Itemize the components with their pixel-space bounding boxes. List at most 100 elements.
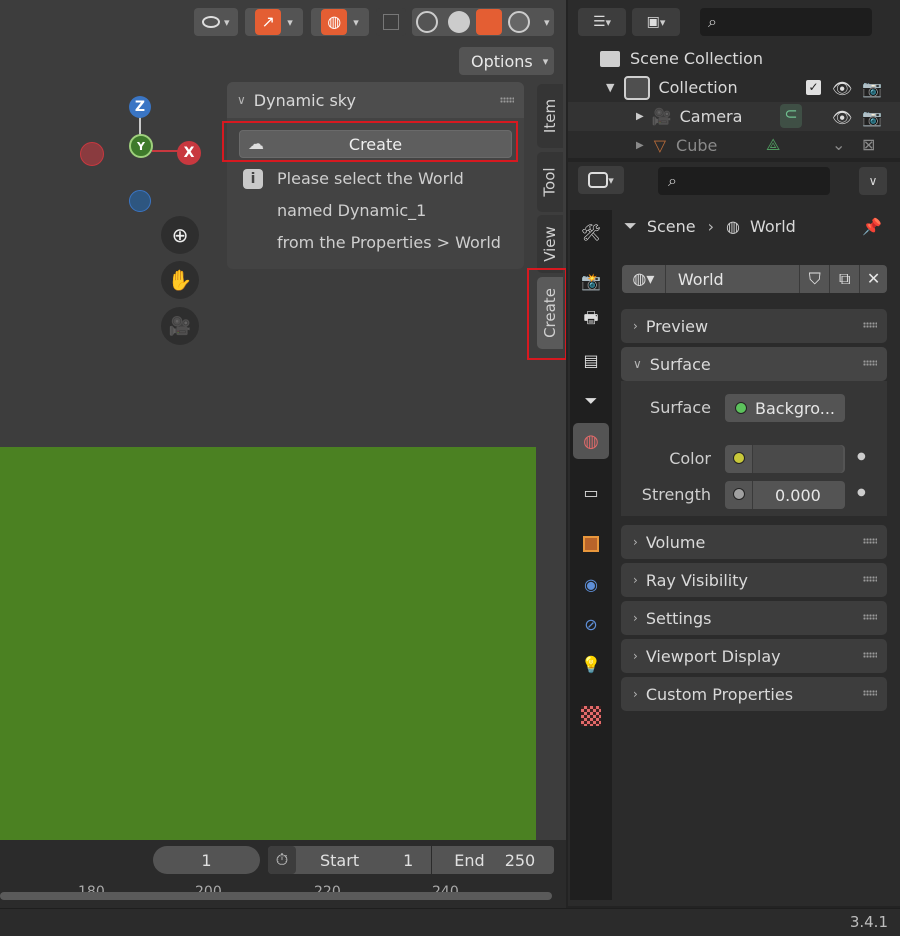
drag-grip-icon[interactable] xyxy=(863,614,877,620)
end-value[interactable]: 250 xyxy=(505,851,536,870)
camera-data-icon[interactable]: ⊂ xyxy=(780,104,802,128)
color-input[interactable] xyxy=(725,445,845,473)
fake-user-shield-icon[interactable]: ⛉ xyxy=(799,265,829,293)
eye-icon[interactable]: 👁 xyxy=(832,79,852,98)
color-socket-button[interactable] xyxy=(725,445,753,473)
info-icon: i xyxy=(243,169,263,189)
wireframe-shading-icon[interactable] xyxy=(416,11,438,33)
expand-triangle-icon[interactable]: ▼ xyxy=(606,81,614,94)
view-layer-tab[interactable]: ▤ xyxy=(573,342,609,378)
pan-button[interactable]: ✋ xyxy=(161,261,199,299)
world-datablock-selector[interactable]: ◍▾ World ⛉ ⧉ ✕ xyxy=(622,265,887,293)
stopwatch-icon[interactable]: ⏱ xyxy=(268,846,296,874)
properties-search-input[interactable]: ⌕ xyxy=(658,167,830,195)
expand-triangle-icon[interactable]: ▶ xyxy=(636,140,644,151)
drag-grip-icon[interactable] xyxy=(863,690,877,696)
keyframe-dot-icon[interactable]: ● xyxy=(857,487,866,498)
options-collapse-button[interactable]: ∨ xyxy=(859,167,887,195)
checker-texture-icon xyxy=(581,706,601,726)
close-icon[interactable]: ✕ xyxy=(859,265,887,293)
strength-socket-button[interactable] xyxy=(725,481,753,509)
data-tab[interactable]: 💡 xyxy=(573,646,609,682)
display-mode-dropdown[interactable]: ☰ ▾ xyxy=(578,8,626,36)
y-axis-handle[interactable]: Y xyxy=(129,134,153,158)
xray-toggle-button[interactable] xyxy=(376,8,406,36)
volume-panel-header[interactable]: › Volume xyxy=(621,525,887,559)
gizmo-toggle-button[interactable]: ↗ ▾ xyxy=(245,8,303,36)
chevron-down-icon: ▾ xyxy=(659,15,666,29)
visibility-selectability-button[interactable]: ▾ xyxy=(194,8,238,36)
viewport-display-panel-header[interactable]: › Viewport Display xyxy=(621,639,887,673)
collection-tab[interactable]: ▭ xyxy=(573,474,609,510)
solid-shading-icon[interactable] xyxy=(448,11,470,33)
outliner-row-scene-collection[interactable]: Scene Collection xyxy=(568,44,900,73)
world-browse-button[interactable]: ◍▾ xyxy=(622,265,666,293)
dynamic-sky-panel-header[interactable]: ∨ Dynamic sky xyxy=(227,82,524,118)
drag-grip-icon[interactable] xyxy=(500,97,514,103)
camera-view-button[interactable]: 🎥 xyxy=(161,307,199,345)
camera-render-icon[interactable]: 📷 xyxy=(862,79,882,98)
surface-panel-header[interactable]: ∨ Surface xyxy=(621,347,887,381)
outliner-row-collection[interactable]: ▼ Collection ✓ 👁 📷 xyxy=(568,73,900,102)
editor-type-dropdown[interactable]: ▾ xyxy=(578,166,624,194)
negative-x-axis-handle[interactable] xyxy=(80,142,104,166)
x-axis-handle[interactable]: X xyxy=(177,141,201,165)
search-icon: ⌕ xyxy=(668,171,677,190)
camera-render-disabled-icon[interactable]: ⊠ xyxy=(862,135,875,154)
tab-item[interactable]: Item xyxy=(537,84,563,148)
mesh-data-icon[interactable]: ⟁ xyxy=(766,135,780,155)
surface-shader-selector[interactable]: Backgro... xyxy=(725,394,845,422)
physics-tab[interactable]: ◉ xyxy=(573,566,609,602)
zoom-magnifier-icon: ⊕ xyxy=(171,223,189,247)
ray-visibility-panel-header[interactable]: › Ray Visibility xyxy=(621,563,887,597)
3d-viewport[interactable]: ▾ ↗ ▾ ◍ ▾ ▾ Options ▾ Z X Y ⊕ ✋ 🎥 ∨ Dyna… xyxy=(0,0,566,840)
object-tab[interactable] xyxy=(573,526,609,562)
overlays-toggle-button[interactable]: ◍ ▾ xyxy=(311,8,369,36)
preview-panel-header[interactable]: › Preview xyxy=(621,309,887,343)
settings-panel-header[interactable]: › Settings xyxy=(621,601,887,635)
duplicate-icon[interactable]: ⧉ xyxy=(829,265,859,293)
drag-grip-icon[interactable] xyxy=(863,538,877,544)
drag-grip-icon[interactable] xyxy=(863,652,877,658)
keyframe-dot-icon[interactable]: ● xyxy=(857,451,866,462)
strength-input[interactable]: 0.000 xyxy=(725,481,845,509)
material-preview-shading-icon[interactable] xyxy=(476,9,502,35)
negative-z-axis-handle[interactable] xyxy=(129,190,151,212)
timeline-ruler[interactable]: 180 200 220 240 xyxy=(0,880,566,908)
outliner-search-input[interactable]: ⌕ xyxy=(700,8,872,36)
chevron-down-icon: ▾ xyxy=(287,15,293,29)
tab-tool[interactable]: Tool xyxy=(537,152,563,212)
horizontal-scrollbar[interactable] xyxy=(0,892,552,900)
color-swatch[interactable] xyxy=(753,445,843,473)
start-value[interactable]: 1 xyxy=(403,851,413,870)
drag-grip-icon[interactable] xyxy=(863,576,877,582)
camera-render-icon[interactable]: 📷 xyxy=(862,108,882,127)
checkbox-icon[interactable]: ✓ xyxy=(806,80,821,95)
tool-tab[interactable]: 🛠 xyxy=(573,214,609,250)
output-tab[interactable]: 🖶 xyxy=(573,302,609,338)
texture-tab[interactable] xyxy=(573,698,609,734)
outliner-row-camera[interactable]: ▶ 🎥 Camera ⊂ 👁 📷 xyxy=(568,102,900,131)
tab-view[interactable]: View xyxy=(537,215,563,273)
outliner-hierarchy-icon: ☰ xyxy=(592,14,606,30)
outliner-row-cube[interactable]: ▶ ▽ Cube ⟁ ⌄ ⊠ xyxy=(568,131,900,158)
rendered-shading-icon[interactable] xyxy=(508,11,530,33)
constraints-tab[interactable]: ⊘ xyxy=(573,606,609,642)
scene-tab[interactable]: ⏷ xyxy=(573,383,609,419)
render-tab[interactable]: 📸 xyxy=(573,263,609,299)
z-axis-handle[interactable]: Z xyxy=(129,96,151,118)
pin-icon[interactable]: 📌 xyxy=(862,217,882,236)
filter-dropdown[interactable]: ▣ ▾ xyxy=(632,8,680,36)
drag-grip-icon[interactable] xyxy=(863,360,877,366)
timeline[interactable]: 1 ⏱ Start 1 End 250 180 200 220 240 xyxy=(0,840,566,908)
custom-properties-panel-header[interactable]: › Custom Properties xyxy=(621,677,887,711)
expand-triangle-icon[interactable]: ▶ xyxy=(636,111,644,122)
chevron-right-icon: › xyxy=(633,535,638,549)
world-tab[interactable]: ◍ xyxy=(573,423,609,459)
drag-grip-icon[interactable] xyxy=(863,322,877,328)
options-dropdown[interactable]: Options ▾ xyxy=(459,47,554,75)
eye-closed-icon[interactable]: ⌄ xyxy=(832,135,845,154)
eye-icon[interactable]: 👁 xyxy=(832,108,852,127)
zoom-button[interactable]: ⊕ xyxy=(161,216,199,254)
current-frame-field[interactable]: 1 xyxy=(153,846,260,874)
